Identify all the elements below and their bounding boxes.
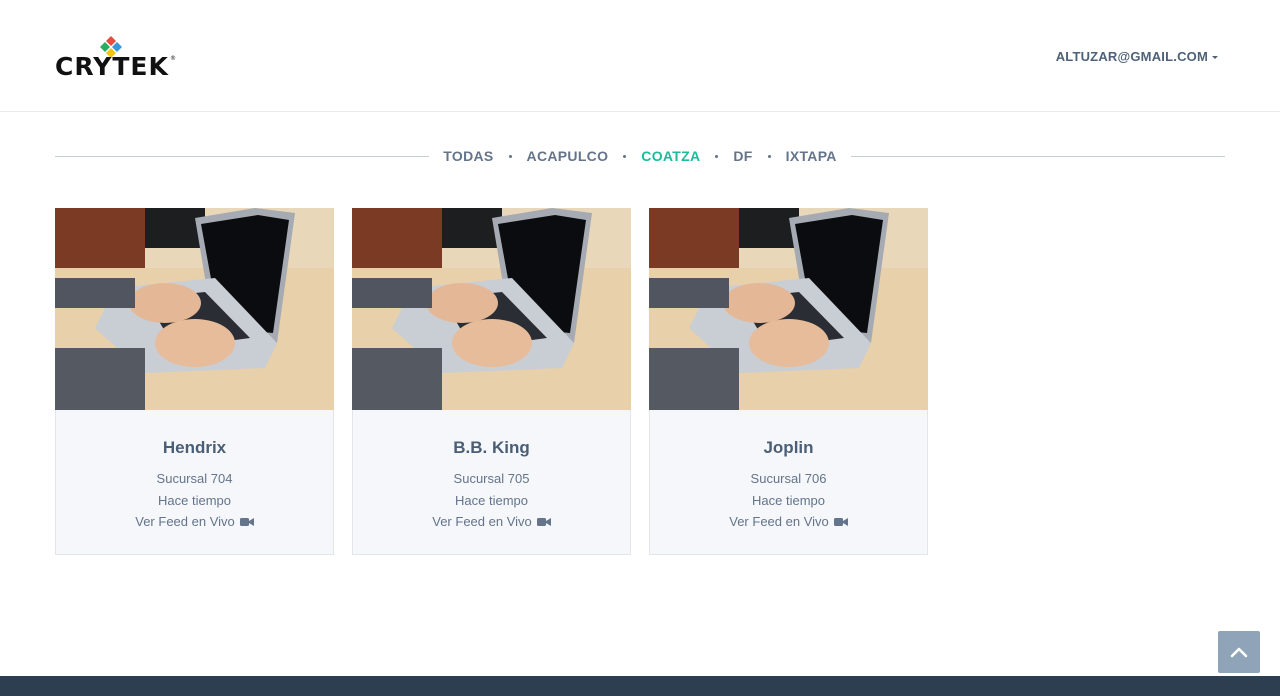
filter-ixtapa[interactable]: IXTAPA <box>786 148 837 164</box>
card-branch: Sucursal 705 <box>453 471 530 486</box>
filter-acapulco[interactable]: ACAPULCO <box>527 148 609 164</box>
footer-bar <box>0 676 1280 696</box>
card-branch: Sucursal 704 <box>156 471 233 486</box>
caret-down-icon <box>1212 56 1218 59</box>
card-title: Joplin <box>763 438 814 457</box>
card-time: Hace tiempo <box>455 493 528 508</box>
top-navbar: CRYTEK ® ALTUZAR@GMAIL.COM <box>0 0 1280 112</box>
svg-text:CRYTEK: CRYTEK <box>55 52 169 80</box>
live-feed-label: Ver Feed en Vivo <box>135 514 235 529</box>
laptop-photo[interactable] <box>352 208 631 410</box>
separator-dot <box>715 154 719 158</box>
card-title: B.B. King <box>453 438 530 457</box>
card-time: Hace tiempo <box>752 493 825 508</box>
video-camera-icon <box>239 518 254 526</box>
filter-df[interactable]: DF <box>733 148 752 164</box>
card-branch: Sucursal 706 <box>750 471 827 486</box>
card-time: Hace tiempo <box>158 493 231 508</box>
live-feed-label: Ver Feed en Vivo <box>432 514 532 529</box>
live-feed-link[interactable]: Ver Feed en Vivo <box>432 512 551 532</box>
divider-right <box>850 155 1225 157</box>
video-camera-icon <box>833 518 848 526</box>
scroll-to-top-button[interactable] <box>1218 631 1260 673</box>
separator-dot <box>767 154 771 158</box>
card-title: Hendrix <box>162 438 227 457</box>
live-feed-label: Ver Feed en Vivo <box>729 514 829 529</box>
live-feed-link[interactable]: Ver Feed en Vivo <box>729 512 848 532</box>
camera-card: B.B. King Sucursal 705 Hace tiempo Ver F… <box>352 208 631 555</box>
user-menu-dropdown[interactable]: ALTUZAR@GMAIL.COM <box>1056 49 1218 64</box>
camera-card-grid: Hendrix Sucursal 704 Hace tiempo Ver Fee… <box>55 208 928 555</box>
camera-card: Joplin Sucursal 706 Hace tiempo Ver Feed… <box>649 208 928 555</box>
divider-left <box>55 155 430 157</box>
separator-dot <box>508 154 512 158</box>
svg-text:®: ® <box>170 55 176 62</box>
user-email: ALTUZAR@GMAIL.COM <box>1055 49 1208 64</box>
camera-card: Hendrix Sucursal 704 Hace tiempo Ver Fee… <box>55 208 334 555</box>
filter-coatza[interactable]: COATZA <box>641 148 700 164</box>
separator-dot <box>623 154 627 158</box>
laptop-photo[interactable] <box>649 208 928 410</box>
chevron-up-icon <box>1230 647 1248 658</box>
laptop-photo[interactable] <box>55 208 334 410</box>
location-filter-bar: TODAS ACAPULCO COATZA DF IXTAPA <box>55 140 1225 172</box>
filter-todas[interactable]: TODAS <box>443 148 493 164</box>
video-camera-icon <box>536 518 551 526</box>
crytek-logo[interactable]: CRYTEK ® <box>55 34 177 80</box>
live-feed-link[interactable]: Ver Feed en Vivo <box>135 512 254 532</box>
